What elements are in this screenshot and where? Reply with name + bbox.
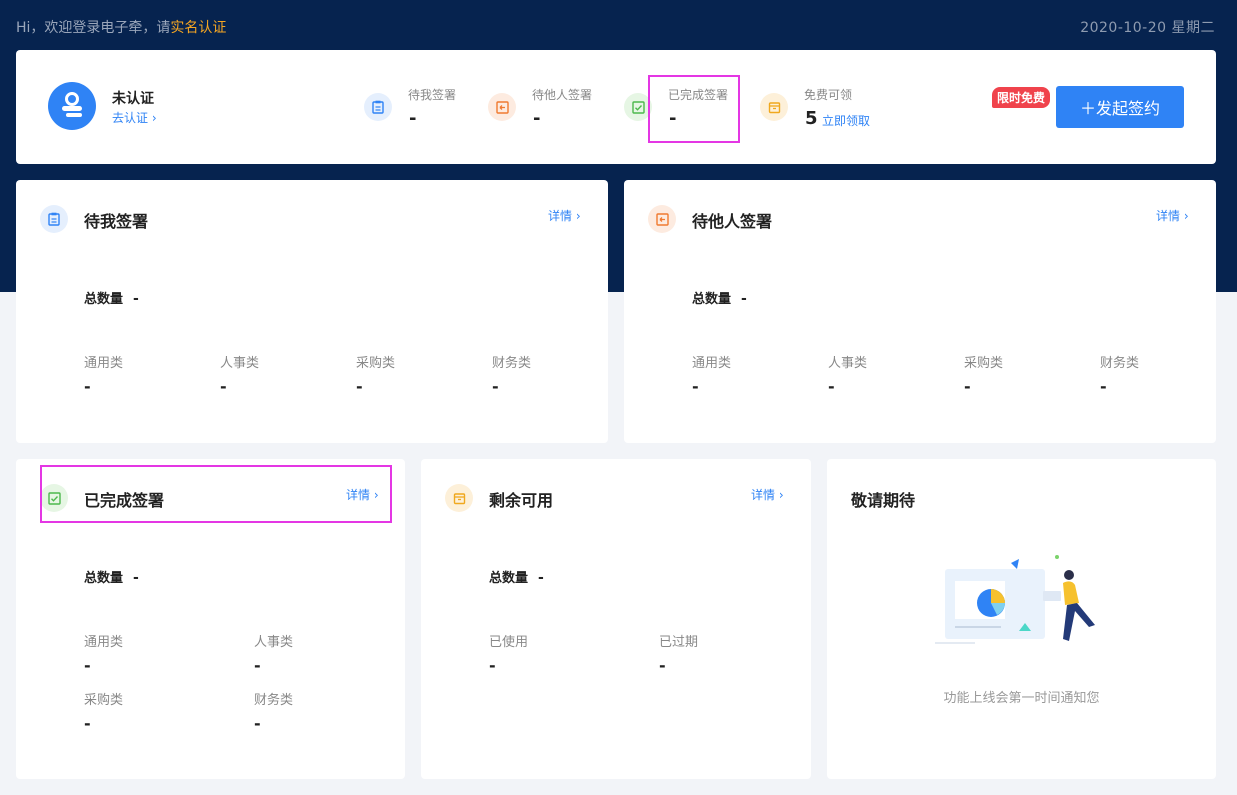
metric-label: 人事类 bbox=[828, 356, 868, 371]
card-pending-me: 待我签署 详情 › 总数量 - 通用类 - 人事类 - 采购类 - 财务类 - bbox=[16, 180, 608, 443]
detail-link[interactable]: 详情 › bbox=[1156, 207, 1189, 224]
greeting: Hi，欢迎登录电子牵，请实名认证 bbox=[16, 17, 226, 37]
metric-value: - bbox=[84, 714, 91, 733]
metric-value: - bbox=[220, 377, 227, 396]
total-value: - bbox=[538, 570, 544, 586]
coming-soon-illustration bbox=[935, 555, 1095, 644]
user-status: 未认证 bbox=[112, 91, 154, 107]
metric-label: 采购类 bbox=[356, 356, 396, 371]
stat-value: 5 bbox=[805, 108, 818, 129]
metric-value: - bbox=[692, 377, 699, 396]
stat-label: 已完成签署 bbox=[668, 88, 729, 102]
total-value: - bbox=[741, 291, 747, 307]
document-return-icon bbox=[648, 205, 676, 233]
metric-label: 通用类 bbox=[692, 356, 732, 371]
box-icon bbox=[445, 484, 473, 512]
avatar bbox=[48, 82, 96, 130]
metric-general: 通用类 - bbox=[84, 352, 123, 396]
document-return-icon bbox=[488, 93, 516, 121]
card-remaining: 剩余可用 详情 › 总数量 - 已使用 - 已过期 - bbox=[421, 459, 811, 779]
metric-hr: 人事类 - bbox=[254, 631, 293, 675]
start-signing-button[interactable]: ＋发起签约 bbox=[1056, 86, 1184, 128]
total-label: 总数量 bbox=[692, 292, 732, 307]
metric-label: 已过期 bbox=[659, 635, 699, 650]
metric-label: 人事类 bbox=[220, 356, 260, 371]
limited-free-badge: 限时免费 bbox=[992, 87, 1051, 108]
user-icon bbox=[62, 92, 82, 117]
total-value: - bbox=[133, 291, 139, 307]
metric-label: 财务类 bbox=[492, 356, 532, 371]
claim-now-link[interactable]: 立即领取 bbox=[822, 112, 870, 129]
total-value: - bbox=[133, 570, 139, 586]
metric-finance: 财务类 - bbox=[1100, 352, 1139, 396]
stat-label: 待他人签署 bbox=[532, 88, 593, 102]
metric-value: - bbox=[659, 656, 666, 675]
metric-label: 采购类 bbox=[84, 693, 124, 708]
metric-value: - bbox=[254, 714, 261, 733]
metric-used: 已使用 - bbox=[489, 631, 528, 675]
total-label: 总数量 bbox=[489, 571, 529, 586]
metric-expired: 已过期 - bbox=[659, 631, 698, 675]
box-icon bbox=[760, 93, 788, 121]
metric-value: - bbox=[84, 656, 91, 675]
card-title: 敬请期待 bbox=[851, 491, 916, 510]
card-title: 剩余可用 bbox=[489, 491, 554, 510]
metric-general: 通用类 - bbox=[84, 631, 123, 675]
metric-hr: 人事类 - bbox=[220, 352, 259, 396]
check-square-icon bbox=[624, 93, 652, 121]
total-label: 总数量 bbox=[84, 571, 124, 586]
card-title: 已完成签署 bbox=[84, 491, 165, 510]
metric-value: - bbox=[492, 377, 499, 396]
metric-value: - bbox=[356, 377, 363, 396]
metric-label: 财务类 bbox=[1100, 356, 1140, 371]
metric-hr: 人事类 - bbox=[828, 352, 867, 396]
total-count: 总数量 - bbox=[489, 567, 544, 586]
detail-link[interactable]: 详情 › bbox=[751, 486, 784, 503]
stat-value: - bbox=[669, 108, 677, 129]
clipboard-icon bbox=[364, 93, 392, 121]
card-completed: 已完成签署 详情 › 总数量 - 通用类 - 人事类 - 采购类 - 财务类 - bbox=[16, 459, 405, 779]
total-count: 总数量 - bbox=[84, 288, 139, 307]
metric-value: - bbox=[964, 377, 971, 396]
metric-value: - bbox=[489, 656, 496, 675]
card-title: 待我签署 bbox=[84, 212, 149, 231]
metric-value: - bbox=[828, 377, 835, 396]
total-label: 总数量 bbox=[84, 292, 124, 307]
metric-label: 人事类 bbox=[254, 635, 294, 650]
metric-finance: 财务类 - bbox=[492, 352, 531, 396]
metric-general: 通用类 - bbox=[692, 352, 731, 396]
metric-purchase: 采购类 - bbox=[84, 689, 123, 733]
detail-link[interactable]: 详情 › bbox=[346, 486, 379, 503]
stat-value: - bbox=[533, 108, 541, 129]
metric-label: 通用类 bbox=[84, 635, 124, 650]
verify-name-link[interactable]: 实名认证 bbox=[170, 20, 226, 36]
metric-value: - bbox=[254, 656, 261, 675]
total-count: 总数量 - bbox=[692, 288, 747, 307]
metric-label: 已使用 bbox=[489, 635, 529, 650]
go-verify-link[interactable]: 去认证 › bbox=[112, 109, 157, 126]
metric-value: - bbox=[1100, 377, 1107, 396]
metric-value: - bbox=[84, 377, 91, 396]
stat-label: 待我签署 bbox=[408, 88, 457, 102]
clipboard-icon bbox=[40, 205, 68, 233]
metric-label: 财务类 bbox=[254, 693, 294, 708]
metric-label: 采购类 bbox=[964, 356, 1004, 371]
check-square-icon bbox=[40, 484, 68, 512]
coming-soon-notice: 功能上线会第一时间通知您 bbox=[943, 691, 1100, 706]
detail-link[interactable]: 详情 › bbox=[548, 207, 581, 224]
card-pending-others: 待他人签署 详情 › 总数量 - 通用类 - 人事类 - 采购类 - 财务类 - bbox=[624, 180, 1216, 443]
card-coming-soon: 敬请期待 功能上线会第一时间通知您 bbox=[827, 459, 1216, 779]
current-date: 2020-10-20 星期二 bbox=[1080, 20, 1215, 36]
metric-purchase: 采购类 - bbox=[356, 352, 395, 396]
stat-value: - bbox=[409, 108, 417, 129]
total-count: 总数量 - bbox=[84, 567, 139, 586]
summary-card: 未认证 去认证 › 待我签署 - 待他人签署 - 已完成签署 - 免费可领 5 … bbox=[16, 50, 1216, 164]
card-title: 待他人签署 bbox=[692, 212, 773, 231]
greeting-text: Hi，欢迎登录电子牵，请 bbox=[16, 20, 171, 36]
metric-label: 通用类 bbox=[84, 356, 124, 371]
stat-label: 免费可领 bbox=[804, 88, 853, 102]
metric-finance: 财务类 - bbox=[254, 689, 293, 733]
metric-purchase: 采购类 - bbox=[964, 352, 1003, 396]
